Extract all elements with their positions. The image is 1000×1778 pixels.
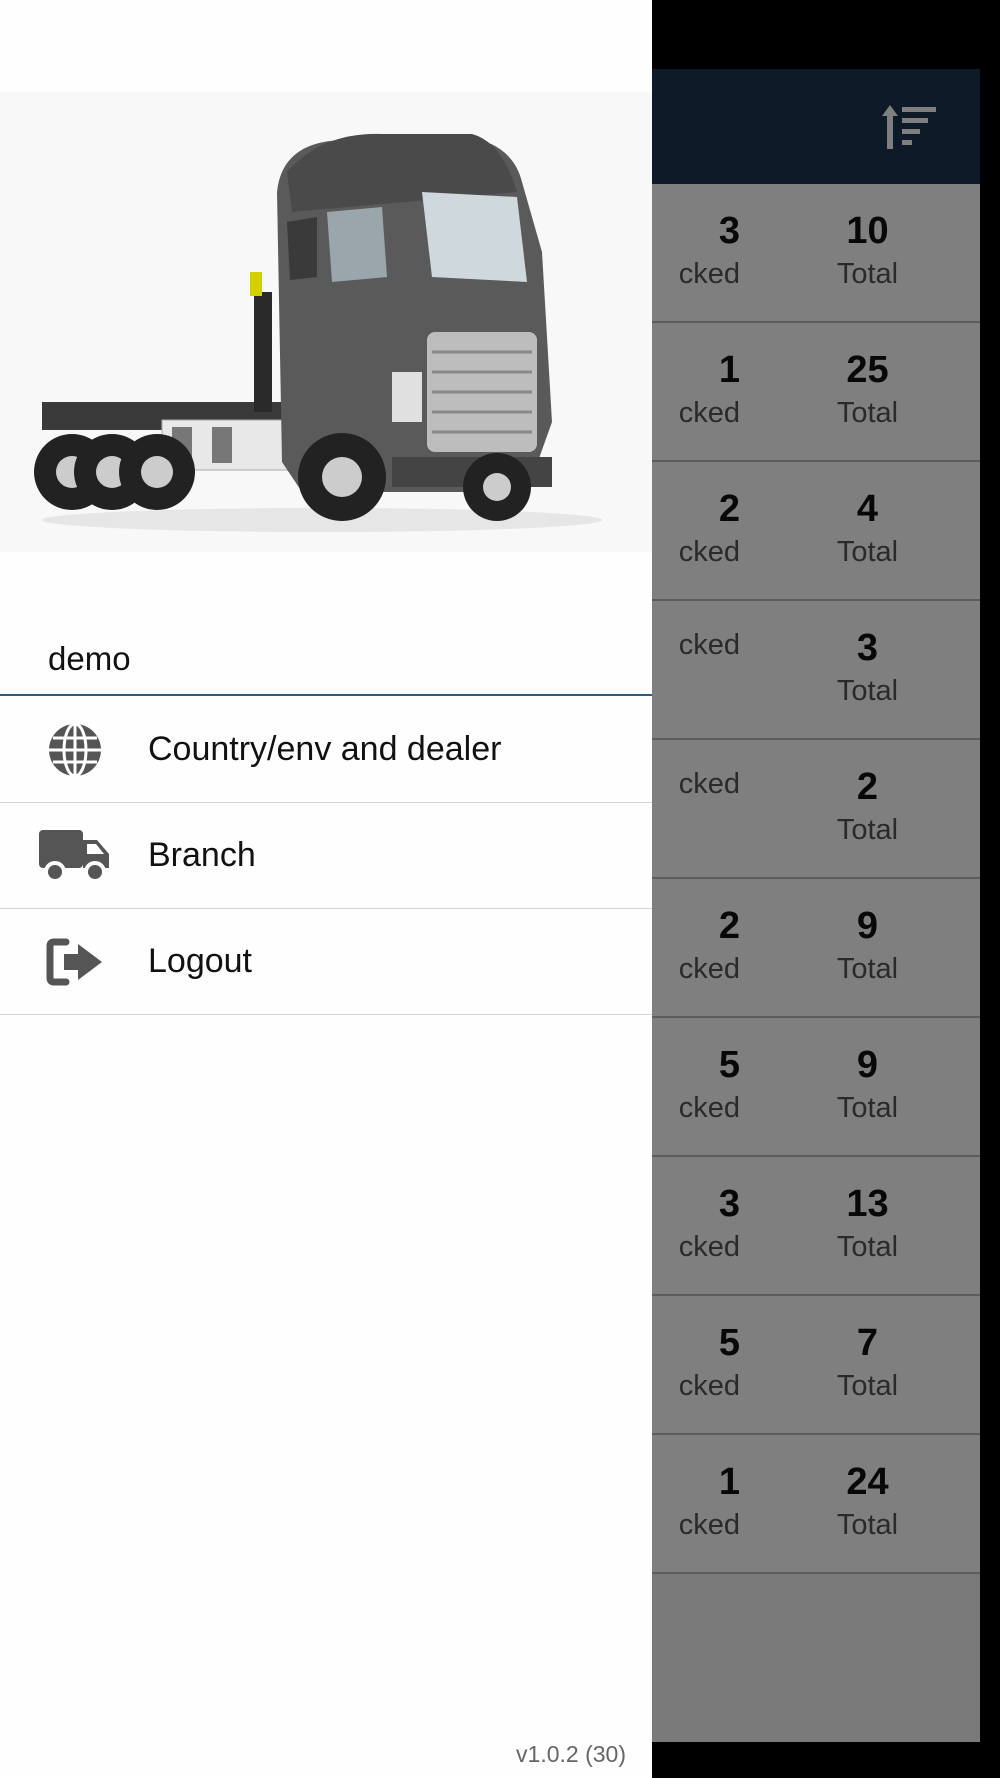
menu-item-country-env-dealer[interactable]: Country/env and dealer [0, 697, 652, 803]
menu-item-label: Logout [148, 942, 252, 980]
truck-icon [38, 826, 112, 886]
screen: 3cked10Total1cked25Total2cked4Totalcked3… [0, 0, 1000, 1778]
menu-item-branch[interactable]: Branch [0, 803, 652, 909]
menu-item-logout[interactable]: Logout [0, 909, 652, 1015]
menu-item-label: Branch [148, 836, 256, 874]
drawer-menu: Country/env and dealer Branch Logout [0, 697, 652, 1015]
username: demo [48, 640, 131, 677]
divider [0, 694, 652, 696]
navigation-drawer: demo Country/env and dealer Branch Logou… [0, 0, 652, 1778]
app-version: v1.0.2 (30) [516, 1741, 626, 1767]
menu-item-label: Country/env and dealer [148, 730, 502, 768]
globe-icon [38, 720, 112, 780]
logout-icon [38, 932, 112, 992]
truck-image [0, 92, 652, 552]
